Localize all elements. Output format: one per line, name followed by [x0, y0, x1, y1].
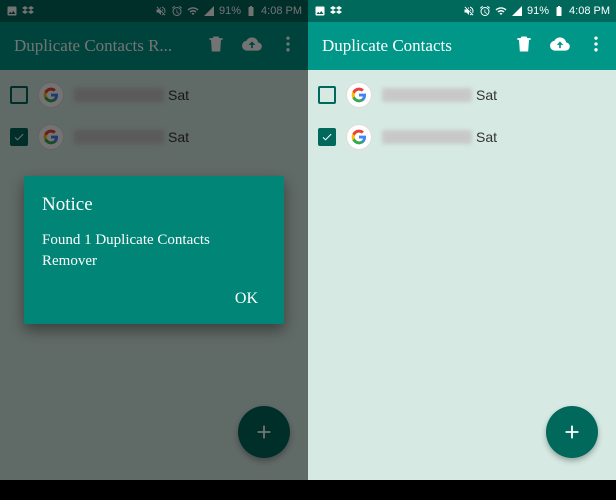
battery-icon — [553, 5, 565, 17]
contact-list: Sat Sat — [308, 70, 616, 162]
upload-button[interactable] — [550, 34, 570, 59]
checkbox-unchecked[interactable] — [318, 86, 336, 104]
signal-icon — [511, 5, 523, 17]
screen-right: 91% 4:08 PM Duplicate Contacts Sat Sat — [308, 0, 616, 500]
battery-text: 91% — [527, 5, 549, 17]
google-avatar — [346, 124, 372, 150]
status-right-icons: 91% 4:08 PM — [463, 5, 610, 17]
google-g-icon — [351, 129, 367, 145]
checkbox-checked[interactable] — [318, 128, 336, 146]
notice-dialog: Notice Found 1 Duplicate Contacts Remove… — [24, 176, 284, 324]
trash-icon — [514, 34, 534, 54]
dialog-title: Notice — [42, 194, 266, 216]
image-icon — [314, 5, 326, 17]
screen-left: 91% 4:08 PM Duplicate Contacts R... Sat … — [0, 0, 308, 500]
blurred-name — [382, 88, 472, 102]
google-avatar — [346, 82, 372, 108]
wifi-icon — [495, 5, 507, 17]
contact-row[interactable]: Sat — [308, 116, 616, 158]
app-title: Duplicate Contacts — [322, 36, 504, 56]
soft-nav-bar — [308, 480, 616, 500]
contact-row[interactable]: Sat — [308, 74, 616, 116]
app-bar: Duplicate Contacts — [308, 22, 616, 70]
check-icon — [321, 131, 333, 143]
status-bar: 91% 4:08 PM — [308, 0, 616, 22]
more-button[interactable] — [586, 34, 606, 59]
dialog-body: Found 1 Duplicate Contacts Remover — [42, 230, 266, 272]
clock-text: 4:08 PM — [569, 5, 610, 17]
more-vert-icon — [586, 34, 606, 54]
plus-icon — [561, 421, 583, 443]
google-g-icon — [351, 87, 367, 103]
modal-overlay[interactable]: Notice Found 1 Duplicate Contacts Remove… — [0, 0, 308, 500]
mute-icon — [463, 5, 475, 17]
dialog-ok-button[interactable]: OK — [227, 284, 266, 314]
blurred-name — [382, 130, 472, 144]
cloud-upload-icon — [550, 34, 570, 54]
alarm-icon — [479, 5, 491, 17]
delete-button[interactable] — [514, 34, 534, 59]
contact-name: Sat — [382, 129, 497, 145]
status-left-icons — [314, 5, 342, 17]
dropbox-icon — [330, 5, 342, 17]
fab-add[interactable] — [546, 406, 598, 458]
contact-name: Sat — [382, 87, 497, 103]
